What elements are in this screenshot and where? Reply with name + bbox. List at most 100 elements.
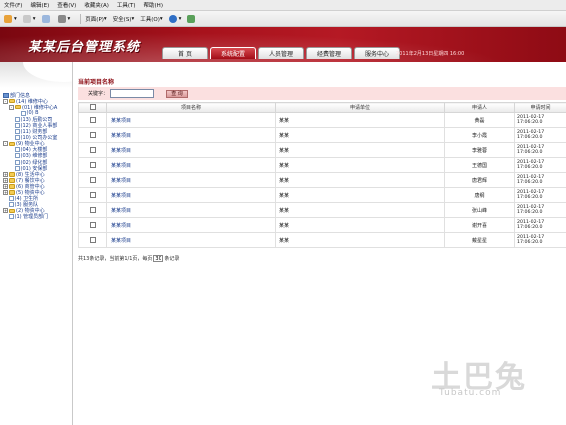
apply-clock: 17:06:20.0 bbox=[517, 120, 543, 125]
table-row[interactable]: 某某项目 某某 唐纲 2011-02-17 17:06:20.0 bbox=[78, 187, 566, 203]
applicant-unit-cell: 某某 bbox=[275, 172, 445, 188]
row-select-cell[interactable] bbox=[78, 127, 107, 143]
row-select-cell[interactable] bbox=[78, 202, 107, 218]
search-button[interactable]: 查 询 bbox=[166, 89, 189, 98]
tools-menu-button[interactable]: 工具(O) ▾ bbox=[140, 15, 162, 23]
row-select-cell[interactable] bbox=[78, 187, 107, 203]
collapse-icon[interactable]: - bbox=[3, 141, 8, 147]
apply-time-cell: 2011-02-17 17:06:20.0 bbox=[514, 127, 566, 143]
tab-funding[interactable]: 经费管理 bbox=[306, 47, 352, 59]
table-row[interactable]: 某某项目 某某 王德国 2011-02-17 17:06:20.0 bbox=[78, 157, 566, 173]
table-row[interactable]: 某某项目 某某 张山峰 2011-02-17 17:06:20.0 bbox=[78, 202, 566, 218]
row-checkbox[interactable] bbox=[89, 116, 96, 123]
table-row[interactable]: 某某项目 某某 黄磊 2011-02-17 17:06:20.0 bbox=[78, 112, 566, 128]
page-size-input[interactable] bbox=[153, 255, 164, 262]
collapse-icon[interactable]: - bbox=[9, 104, 14, 110]
select-all-checkbox[interactable] bbox=[89, 104, 96, 111]
row-checkbox[interactable] bbox=[89, 176, 96, 183]
feeds-button[interactable]: ▾ bbox=[22, 14, 36, 23]
expand-icon[interactable]: + bbox=[3, 208, 8, 214]
col-applicant[interactable]: 申请人 bbox=[444, 102, 515, 113]
applicant-unit-cell: 某某 bbox=[275, 127, 445, 143]
tree-line-icon bbox=[9, 135, 14, 141]
menu-file[interactable]: 文件(F) bbox=[4, 1, 22, 9]
row-select-cell[interactable] bbox=[78, 172, 107, 188]
applicant-cell: 唐君辉 bbox=[444, 172, 515, 188]
table-body: 某某项目 某某 黄磊 2011-02-17 17:06:20.0 某某项目 某某 李小霞 201… bbox=[78, 112, 566, 248]
row-checkbox[interactable] bbox=[89, 191, 96, 198]
folder-icon bbox=[9, 141, 15, 147]
expand-icon[interactable]: + bbox=[3, 171, 8, 177]
row-checkbox[interactable] bbox=[89, 146, 96, 153]
project-name-link[interactable]: 某某项目 bbox=[106, 187, 276, 203]
menu-favorites[interactable]: 收藏夹(A) bbox=[84, 1, 109, 9]
table-row[interactable]: 某某项目 某某 谢开喜 2011-02-17 17:06:20.0 bbox=[78, 217, 566, 233]
row-checkbox[interactable] bbox=[89, 221, 96, 228]
applicant-cell: 李小霞 bbox=[444, 127, 515, 143]
expand-icon[interactable]: + bbox=[3, 177, 8, 183]
expand-icon[interactable]: + bbox=[3, 190, 8, 196]
menu-help[interactable]: 帮助(H) bbox=[144, 1, 163, 9]
browser-toolbar: ▾ ▾ ▾ 页面(P) ▾ 安全(S) ▾ 工具(O) ▾ ▾ bbox=[0, 11, 566, 27]
row-checkbox[interactable] bbox=[89, 236, 96, 243]
tab-personnel[interactable]: 人员管理 bbox=[258, 47, 304, 59]
project-name-link[interactable]: 某某项目 bbox=[106, 202, 276, 218]
watermark-url: Tubatu.com bbox=[439, 388, 502, 398]
project-name-link[interactable]: 某某项目 bbox=[106, 172, 276, 188]
row-select-cell[interactable] bbox=[78, 157, 107, 173]
applicant-cell: 谢开喜 bbox=[444, 217, 515, 233]
applicant-cell: 李雅蓉 bbox=[444, 142, 515, 158]
menu-edit[interactable]: 编辑(E) bbox=[30, 1, 49, 9]
mail-button[interactable] bbox=[41, 14, 52, 23]
tab-system-config[interactable]: 系统配置 bbox=[210, 47, 256, 59]
project-name-link[interactable]: 某某项目 bbox=[106, 232, 276, 248]
row-select-cell[interactable] bbox=[78, 217, 107, 233]
select-all-header[interactable] bbox=[78, 102, 107, 113]
apply-time-cell: 2011-02-17 17:06:20.0 bbox=[514, 187, 566, 203]
page-menu-button[interactable]: 页面(P) ▾ bbox=[85, 15, 106, 23]
row-select-cell[interactable] bbox=[78, 112, 107, 128]
table-row[interactable]: 某某项目 某某 唐君辉 2011-02-17 17:06:20.0 bbox=[78, 172, 566, 188]
table-row[interactable]: 某某项目 某某 李雅蓉 2011-02-17 17:06:20.0 bbox=[78, 142, 566, 158]
pager-suffix: 条记录 bbox=[164, 256, 180, 262]
row-select-cell[interactable] bbox=[78, 232, 107, 248]
row-checkbox[interactable] bbox=[89, 206, 96, 213]
tree-nodes: - (14) 维修中心 - (01) 维修中心A (0) B (13) 后勤公司 (12) … bbox=[3, 98, 57, 220]
apply-time-cell: 2011-02-17 17:06:20.0 bbox=[514, 217, 566, 233]
col-applicant-unit[interactable]: 申请单位 bbox=[275, 102, 445, 113]
doc-icon bbox=[9, 202, 14, 208]
safety-menu-button[interactable]: 安全(S) ▾ bbox=[113, 15, 135, 23]
menu-tools[interactable]: 工具(T) bbox=[117, 1, 136, 9]
safety-menu-label: 安全(S) bbox=[112, 16, 132, 23]
row-select-cell[interactable] bbox=[78, 142, 107, 158]
print-button[interactable]: ▾ bbox=[57, 14, 70, 23]
row-checkbox[interactable] bbox=[89, 131, 96, 138]
row-checkbox[interactable] bbox=[89, 161, 96, 168]
project-name-link[interactable]: 某某项目 bbox=[106, 127, 276, 143]
menu-view[interactable]: 查看(V) bbox=[57, 1, 76, 9]
table-row[interactable]: 某某项目 某某 戴星星 2011-02-17 17:06:20.0 bbox=[78, 232, 566, 248]
col-project-name[interactable]: 项目名称 bbox=[106, 102, 276, 113]
sidebar-decoration bbox=[0, 62, 72, 88]
project-name-link[interactable]: 某某项目 bbox=[106, 157, 276, 173]
project-name-link[interactable]: 某某项目 bbox=[106, 217, 276, 233]
project-name-link[interactable]: 某某项目 bbox=[106, 112, 276, 128]
tree-line-icon bbox=[9, 123, 14, 129]
applicant-cell: 唐纲 bbox=[444, 187, 515, 203]
table-header-row: 项目名称 申请单位 申请人 申请时间 bbox=[78, 102, 566, 113]
tree-node[interactable]: (1) 管理员部门 bbox=[3, 214, 57, 220]
research-button[interactable] bbox=[187, 14, 197, 23]
expand-icon[interactable]: + bbox=[3, 183, 8, 189]
help-button[interactable]: ▾ bbox=[168, 14, 181, 23]
apply-clock: 17:06:20.0 bbox=[517, 210, 543, 215]
table-row[interactable]: 某某项目 某某 李小霞 2011-02-17 17:06:20.0 bbox=[78, 127, 566, 143]
search-bar: 关键字： 查 询 bbox=[78, 87, 566, 100]
tab-home[interactable]: 首 页 bbox=[162, 47, 208, 59]
search-input[interactable] bbox=[110, 89, 155, 98]
col-apply-time[interactable]: 申请时间 bbox=[514, 102, 566, 113]
collapse-icon[interactable]: - bbox=[3, 98, 8, 104]
project-name-link[interactable]: 某某项目 bbox=[106, 142, 276, 158]
home-button[interactable]: ▾ bbox=[4, 14, 17, 23]
applicant-unit-cell: 某某 bbox=[275, 142, 445, 158]
tab-service-center[interactable]: 服务中心 bbox=[354, 47, 400, 59]
